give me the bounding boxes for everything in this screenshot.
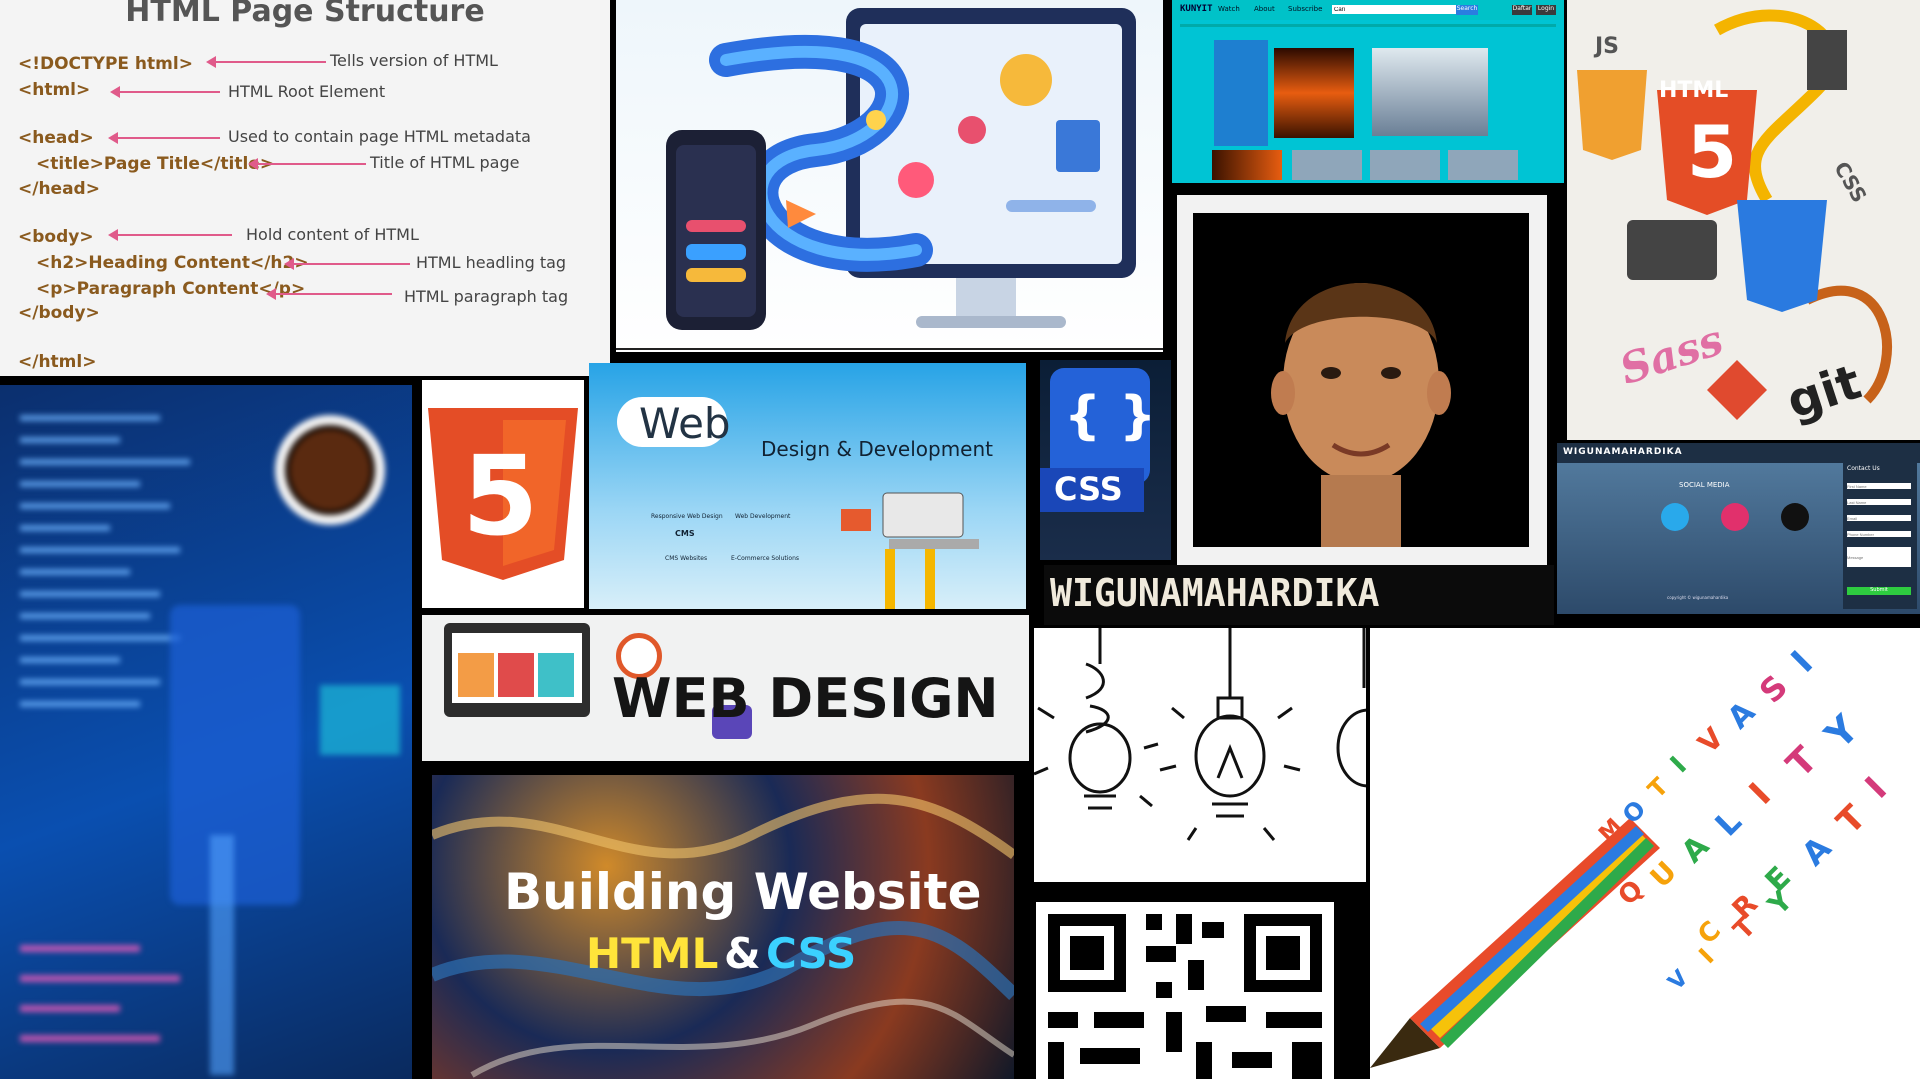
contact-form-title: Contact Us bbox=[1847, 465, 1880, 472]
ampersand: & bbox=[724, 929, 761, 978]
code-line: <title>Page Title</title> bbox=[36, 154, 275, 174]
code-note: Used to contain page HTML metadata bbox=[228, 127, 531, 146]
structure-title: HTML Page Structure bbox=[125, 0, 485, 29]
fire-photo bbox=[1274, 48, 1354, 138]
laptop-illustration bbox=[841, 492, 979, 609]
html-structure-tile: HTML Page Structure <!DOCTYPE html> <htm… bbox=[0, 0, 610, 376]
telegram-icon[interactable] bbox=[1661, 503, 1689, 531]
first-name-field[interactable] bbox=[1847, 483, 1911, 489]
html5-logo-tile: 5 bbox=[422, 380, 584, 608]
contact-form: Contact Us Submit bbox=[1843, 447, 1917, 609]
code-line: <head> bbox=[18, 128, 94, 148]
stack-art bbox=[1577, 9, 1892, 420]
nav-link-subscribe[interactable]: Subscribe bbox=[1288, 5, 1322, 13]
css-word: CSS bbox=[766, 929, 857, 978]
tiktok-icon[interactable] bbox=[1781, 503, 1809, 531]
css-icon-tile: { } CSS bbox=[1040, 360, 1171, 560]
kunyit-login-button[interactable]: Login bbox=[1536, 5, 1556, 15]
web-design-development-tile: Web Design & Development Responsive Web … bbox=[589, 363, 1026, 609]
code-line: <h2>Heading Content</h2> bbox=[36, 253, 309, 273]
code-line: </html> bbox=[18, 352, 97, 372]
qr-code-pattern bbox=[1048, 914, 1322, 1079]
contact-site-screenshot: WIGUNAMAHARDIKA SOCIAL MEDIA Contact Us … bbox=[1557, 443, 1920, 614]
phone-field[interactable] bbox=[1847, 531, 1911, 537]
name-banner: WIGUNAMAHARDIKA bbox=[1044, 565, 1554, 625]
code-line: <p>Paragraph Content</p> bbox=[36, 279, 306, 299]
banner-name-text: WIGUNAMAHARDIKA bbox=[1050, 571, 1380, 615]
building-website-title: Building Website bbox=[504, 863, 982, 921]
code-note: Hold content of HTML bbox=[246, 225, 419, 244]
web-stack-collage: JS HTML 5 CSS Sass git bbox=[1567, 0, 1920, 440]
code-line: <body> bbox=[18, 227, 94, 247]
arrow bbox=[206, 56, 326, 68]
code-line: </head> bbox=[18, 179, 100, 199]
css-braces: { } bbox=[1064, 386, 1157, 446]
kunyit-navbar: KUNYIT Watch About Subscribe Search Daft… bbox=[1172, 0, 1564, 20]
html5-logo-glyph: 5 bbox=[462, 432, 539, 560]
arrow bbox=[284, 258, 410, 270]
code-note: Title of HTML page bbox=[370, 153, 520, 172]
web-design-tile: WEB DESIGN bbox=[422, 615, 1029, 761]
kunyit-site-screenshot: KUNYIT Watch About Subscribe Search Daft… bbox=[1172, 0, 1564, 183]
code-note: HTML paragraph tag bbox=[404, 287, 569, 306]
light-bulbs-sketch bbox=[1034, 628, 1366, 882]
message-field[interactable] bbox=[1847, 547, 1911, 567]
kunyit-search-input[interactable] bbox=[1332, 5, 1460, 14]
kunyit-daftar-button[interactable]: Daftar bbox=[1512, 5, 1532, 15]
code-line: <!DOCTYPE html> bbox=[18, 54, 193, 74]
code-note: HTML Root Element bbox=[228, 82, 386, 101]
submit-button[interactable]: Submit bbox=[1847, 587, 1911, 595]
nav-link-about[interactable]: About bbox=[1254, 5, 1275, 13]
social-media-heading: SOCIAL MEDIA bbox=[1679, 481, 1730, 489]
kunyit-search-button[interactable]: Search bbox=[1456, 5, 1478, 15]
portrait-frame bbox=[1177, 195, 1547, 565]
lightbulb-icon bbox=[1034, 628, 1366, 841]
arrow bbox=[248, 158, 366, 170]
last-name-field[interactable] bbox=[1847, 499, 1911, 505]
instagram-icon[interactable] bbox=[1721, 503, 1749, 531]
kunyit-brand: KUNYIT bbox=[1180, 4, 1213, 14]
qr-code[interactable] bbox=[1036, 902, 1334, 1079]
arrow bbox=[108, 229, 232, 241]
web-builder-illustration bbox=[616, 0, 1163, 352]
pencil-typography-art: M O T I V A S I Q U A L I T Y C R E A T … bbox=[1370, 628, 1920, 1079]
building-website-tile: Building Website HTML & CSS bbox=[432, 775, 1014, 1079]
marble-swirl-art bbox=[432, 793, 1014, 1078]
html-label: HTML bbox=[1659, 78, 1729, 103]
kunyit-dropdown-menu bbox=[1214, 40, 1268, 146]
code-note: Tells version of HTML bbox=[330, 51, 498, 70]
arrow bbox=[108, 132, 220, 144]
arrow bbox=[266, 288, 392, 300]
code-line: <html> bbox=[18, 80, 91, 100]
portrait-photo bbox=[1193, 213, 1529, 547]
html-word: HTML bbox=[586, 929, 719, 978]
html5-glyph: 5 bbox=[1687, 110, 1738, 194]
desktop-monitor-icon bbox=[444, 623, 590, 717]
contact-footer: copyright © wigunamahardika bbox=[1667, 595, 1729, 600]
code-note: HTML headling tag bbox=[416, 253, 567, 272]
monitor-illustration bbox=[616, 8, 1163, 350]
web-design-text: WEB DESIGN bbox=[612, 667, 999, 730]
blurred-code-photo bbox=[0, 385, 412, 1079]
nav-link-watch[interactable]: Watch bbox=[1218, 5, 1240, 13]
code-line: </body> bbox=[18, 303, 100, 323]
js-label: JS bbox=[1595, 34, 1620, 59]
dance-photo bbox=[1372, 48, 1488, 136]
css-label: CSS bbox=[1054, 470, 1123, 508]
arrow bbox=[110, 86, 220, 98]
email-field[interactable] bbox=[1847, 515, 1911, 521]
contact-brand: WIGUNAMAHARDIKA bbox=[1563, 447, 1683, 457]
